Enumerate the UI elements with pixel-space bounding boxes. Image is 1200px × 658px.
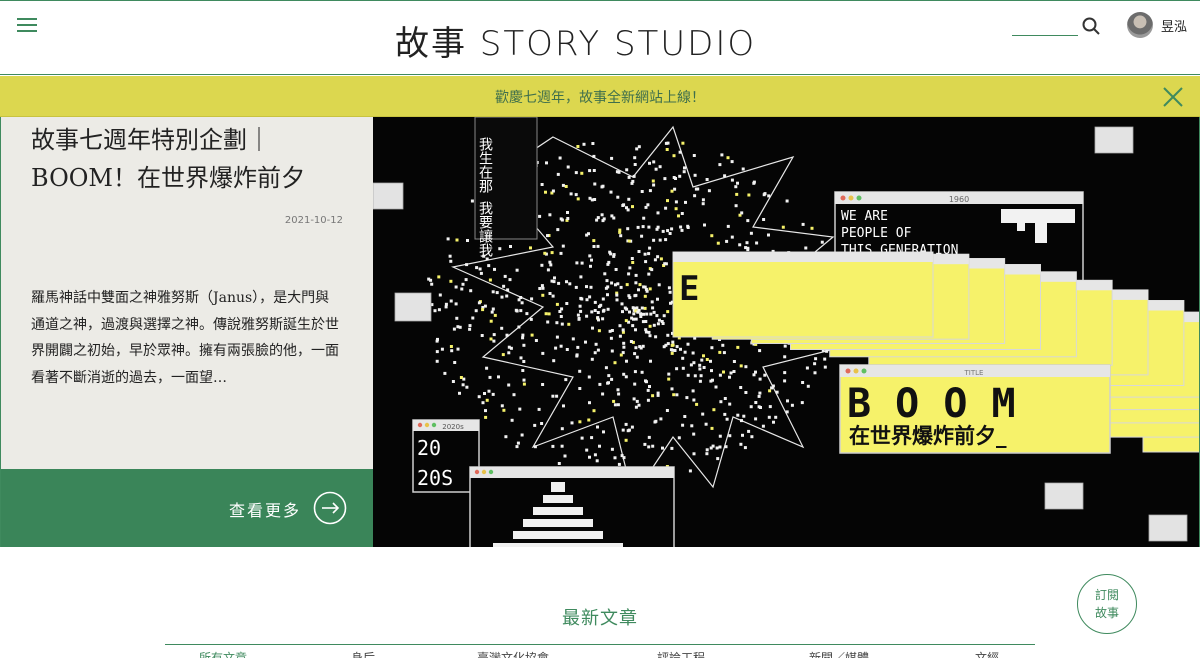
tab-all[interactable]: 所有文章 — [199, 649, 247, 658]
window-1960-line-1: WE ARE — [841, 209, 888, 224]
featured-article: 故事七週年特別企劃｜BOOM！在世界爆炸前夕 2021-10-12 羅馬神話中雙… — [0, 117, 1200, 547]
user-name[interactable]: 昱泓 — [1161, 16, 1187, 35]
boom-subtitle: 在世界爆炸前夕_ — [849, 424, 1007, 448]
category-tabs: 所有文章 身后 臺灣文化協會 評論工程 新聞／媒體 文經 — [165, 649, 1035, 658]
tab-6[interactable]: 文經 — [975, 649, 999, 658]
window-2020s-title: 2020s — [442, 423, 464, 431]
tab-3[interactable]: 臺灣文化協會 — [477, 649, 549, 658]
boom-window-label: TITLE — [964, 369, 984, 377]
menu-icon[interactable] — [17, 18, 37, 34]
window-1960-title: 1960 — [949, 195, 969, 204]
avatar[interactable] — [1127, 12, 1153, 38]
featured-article-panel: 故事七週年特別企劃｜BOOM！在世界爆炸前夕 2021-10-12 羅馬神話中雙… — [0, 117, 374, 547]
featured-article-excerpt: 羅馬神話中雙面之神雅努斯（Janus），是大門與通道之神，過渡與選擇之神。傳說雅… — [31, 290, 339, 386]
boom-text: B O O M — [847, 381, 1016, 427]
search-box — [1012, 15, 1102, 37]
section-title-latest: 最新文章 — [562, 608, 638, 629]
arrow-right-circle-icon — [313, 491, 347, 525]
window-2020s: 2020s 20 20S — [412, 419, 480, 493]
window-2020s-line-1: 20 — [417, 436, 441, 460]
announcement-bar: 歡慶七週年，故事全新網站上線！ — [0, 76, 1200, 117]
read-more-button[interactable]: 查看更多 — [1, 469, 374, 547]
tabs-divider — [165, 644, 1035, 645]
window-2020s-line-2: 20S — [417, 466, 453, 490]
close-icon[interactable] — [1162, 86, 1184, 108]
featured-article-image[interactable]: 我生在那 我要讓我 1960 WE ARE PEOPLE OF THIS GEN… — [373, 117, 1200, 547]
search-icon[interactable] — [1082, 17, 1100, 35]
boom-window: TITLE B O O M 在世界爆炸前夕_ — [839, 364, 1111, 454]
featured-article-title[interactable]: 故事七週年特別企劃｜BOOM！在世界爆炸前夕 — [31, 121, 351, 197]
tab-5[interactable]: 新聞／媒體 — [809, 649, 869, 658]
site-logo[interactable]: 故事 STORY STUDIO — [395, 16, 795, 64]
site-header: 故事 STORY STUDIO 昱泓 — [0, 0, 1200, 75]
boom-illustration: 我生在那 我要讓我 1960 WE ARE PEOPLE OF THIS GEN… — [373, 117, 1199, 547]
window-bottom — [469, 466, 675, 547]
tab-2[interactable]: 身后 — [351, 649, 375, 658]
search-input[interactable] — [1012, 15, 1078, 36]
featured-article-date: 2021-10-12 — [284, 215, 343, 226]
tab-4[interactable]: 評論工程 — [657, 649, 705, 658]
vertical-chars: 我生在那 我要讓我 — [477, 137, 493, 258]
read-more-label: 查看更多 — [229, 501, 302, 520]
subscribe-label-1: 訂閱 — [1094, 588, 1119, 602]
svg-text:E: E — [679, 269, 699, 309]
window-1960-line-2: PEOPLE OF — [841, 226, 912, 241]
announcement-text[interactable]: 歡慶七週年，故事全新網站上線！ — [0, 87, 1200, 107]
